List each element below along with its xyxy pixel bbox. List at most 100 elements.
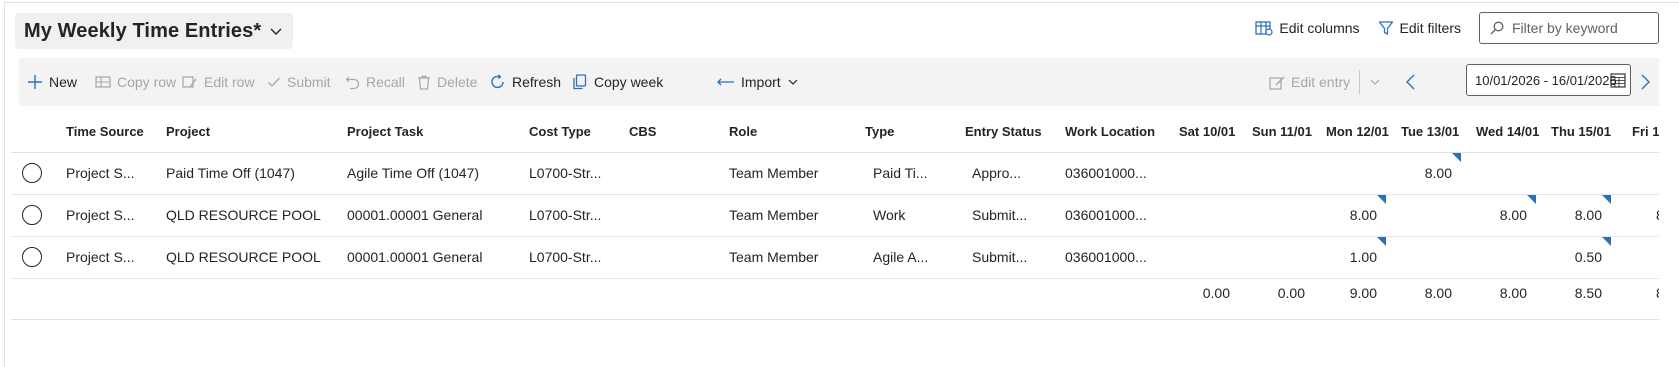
cell-project: QLD RESOURCE POOL [166,249,321,265]
submit-button[interactable]: Submit [267,58,331,106]
import-arrows-icon [717,78,734,86]
cell-status: Appro... [972,165,1022,181]
table-row[interactable]: Project S... QLD RESOURCE POOL 00001.000… [11,195,1659,237]
table-row[interactable]: Project S... QLD RESOURCE POOL 00001.000… [11,237,1659,279]
delete-button[interactable]: Delete [417,58,477,106]
row-select-radio[interactable] [22,163,42,183]
cell-task: Agile Time Off (1047) [347,165,480,181]
checkmark-icon [268,77,280,87]
edit-row-label: Edit row [204,74,255,90]
trash-icon [418,75,430,90]
delete-label: Delete [437,74,478,90]
page-title: My Weekly Time Entries* [24,19,262,42]
search-icon [1490,21,1504,35]
copy-week-label: Copy week [594,74,664,90]
edit-entry-dropdown[interactable] [1369,58,1381,106]
cell-time-source: Project S... [66,207,135,223]
edit-entry-button[interactable]: Edit entry [1269,58,1350,106]
refresh-button[interactable]: Refresh [490,58,561,106]
submit-label: Submit [287,74,331,90]
next-week-button[interactable] [1639,58,1651,106]
copy-row-label: Copy row [117,74,177,90]
footer-divider [11,319,1659,320]
edit-columns-label: Edit columns [1279,20,1360,36]
cell-tue[interactable]: 8.00 [1392,165,1452,181]
import-button[interactable]: Import [717,58,799,106]
filter-placeholder: Filter by keyword [1512,20,1618,36]
total-sun: 0.00 [1277,285,1305,301]
comment-flag [1527,195,1536,204]
cell-role: Team Member [729,165,819,181]
calendar-icon [1610,73,1626,88]
comment-flag [1602,237,1611,246]
cell-mon[interactable]: 8.00 [1317,207,1377,223]
undo-icon [345,76,360,89]
cell-cost-type: L0700-Str... [529,165,602,181]
command-bar: New Copy row Edit row Submit Recall Dele… [19,58,1659,106]
cell-type: Agile A... [873,249,929,265]
cell-status: Submit... [972,249,1028,265]
cell-project: Paid Time Off (1047) [166,165,295,181]
keyword-filter-input[interactable]: Filter by keyword [1479,12,1659,44]
cell-location: 036001000... [1065,165,1147,181]
chevron-down-icon [1370,79,1380,85]
recall-label: Recall [366,74,405,90]
edit-row-icon [182,76,197,88]
date-range-value: 10/01/2026 - 16/01/2026 [1475,72,1617,88]
edit-columns-button[interactable]: Edit columns [1255,20,1360,36]
edit-filters-label: Edit filters [1399,20,1461,36]
row-select-radio[interactable] [22,247,42,267]
divider [1359,70,1360,94]
new-button[interactable]: New [27,58,77,106]
edit-entry-label: Edit entry [1291,74,1351,90]
date-range-picker[interactable]: 10/01/2026 - 16/01/2026 [1466,64,1631,96]
chevron-right-icon [1641,74,1650,90]
total-thu: 8.50 [1574,285,1602,301]
cell-role: Team Member [729,249,819,265]
cell-thu[interactable]: 8.00 [1542,207,1602,223]
copy-icon [573,74,587,90]
cell-type: Work [873,207,906,223]
cell-cost-type: L0700-Str... [529,249,602,265]
total-sat: 0.00 [1202,285,1230,301]
total-fri: 8 [1656,285,1659,301]
refresh-icon [491,74,504,89]
cell-status: Submit... [972,207,1028,223]
cell-project: QLD RESOURCE POOL [166,207,321,223]
cell-time-source: Project S... [66,249,135,265]
chevron-down-icon [788,79,798,85]
cell-task: 00001.00001 General [347,249,483,265]
copy-row-icon [95,76,111,88]
previous-week-button[interactable] [1405,58,1417,106]
table-row[interactable]: Project S... Paid Time Off (1047) Agile … [11,153,1659,195]
comment-flag [1452,153,1461,162]
import-label: Import [741,74,781,90]
edit-row-button[interactable]: Edit row [182,58,255,106]
cell-type: Paid Ti... [873,165,928,181]
edit-entry-icon [1269,76,1285,90]
filter-icon [1378,21,1393,35]
copy-week-button[interactable]: Copy week [572,58,663,106]
comment-flag [1377,237,1386,246]
cell-location: 036001000... [1065,249,1147,265]
view-selector[interactable]: My Weekly Time Entries* [15,13,294,49]
total-tue: 8.00 [1424,285,1452,301]
edit-filters-button[interactable]: Edit filters [1378,20,1461,36]
top-actions: Edit columns Edit filters Filter by keyw… [1255,12,1659,44]
cell-task: 00001.00001 General [347,207,483,223]
cell-thu[interactable]: 0.50 [1542,249,1602,265]
cell-role: Team Member [729,207,819,223]
comment-flag [1377,195,1386,204]
comment-flag [1602,195,1611,204]
cell-mon[interactable]: 1.00 [1317,249,1377,265]
recall-button[interactable]: Recall [345,58,405,106]
cell-cost-type: L0700-Str... [529,207,602,223]
copy-row-button[interactable]: Copy row [95,58,176,106]
chevron-left-icon [1406,74,1415,90]
cell-location: 036001000... [1065,207,1147,223]
cell-fri[interactable]: 8 [1656,207,1659,223]
row-select-radio[interactable] [22,205,42,225]
columns-icon [1255,21,1273,36]
new-label: New [49,74,78,90]
cell-wed[interactable]: 8.00 [1467,207,1527,223]
